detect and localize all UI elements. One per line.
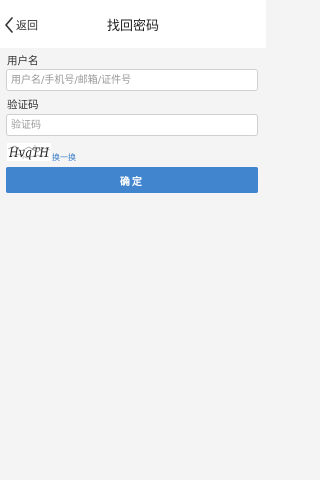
captcha-text: HvqTH xyxy=(8,146,49,161)
username-input[interactable] xyxy=(6,69,258,91)
refresh-captcha-link[interactable]: 换一换 xyxy=(52,152,76,163)
code-input[interactable] xyxy=(6,114,258,136)
nav-bar: 返回 找回密码 xyxy=(0,0,266,48)
code-label: 验证码 xyxy=(7,99,39,111)
page-title: 找回密码 xyxy=(106,19,159,34)
username-label: 用户名 xyxy=(7,55,39,67)
captcha-image[interactable]: HvqTH xyxy=(7,143,51,161)
confirm-button[interactable]: 确定 xyxy=(6,167,258,193)
